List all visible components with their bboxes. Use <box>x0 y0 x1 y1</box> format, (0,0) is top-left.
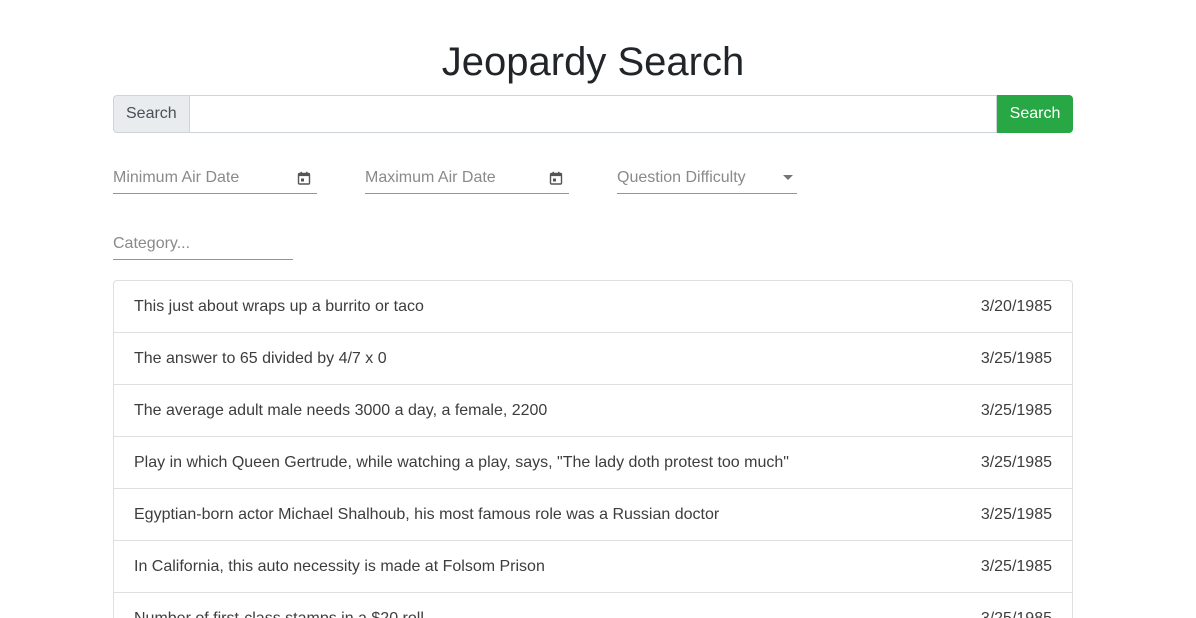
question-text: Egyptian-born actor Michael Shalhoub, hi… <box>134 505 720 523</box>
air-date: 3/25/1985 <box>980 401 1052 419</box>
air-date: 3/25/1985 <box>980 557 1052 575</box>
list-item[interactable]: In California, this auto necessity is ma… <box>114 541 1072 593</box>
page-title: Jeopardy Search <box>441 40 745 84</box>
search-bar: Search Search <box>113 95 1073 133</box>
question-text: This just about wraps up a burrito or ta… <box>134 297 424 315</box>
list-item[interactable]: Play in which Queen Gertrude, while watc… <box>114 437 1072 489</box>
question-text: Number of first-class stamps in a $20 ro… <box>134 609 424 618</box>
air-date: 3/25/1985 <box>980 609 1052 618</box>
list-item[interactable]: The average adult male needs 3000 a day,… <box>114 385 1072 437</box>
search-button[interactable]: Search <box>997 95 1073 133</box>
category-input[interactable]: Category... <box>113 228 293 260</box>
list-item[interactable]: Egyptian-born actor Michael Shalhoub, hi… <box>114 489 1072 541</box>
air-date: 3/25/1985 <box>980 349 1052 367</box>
list-item[interactable]: This just about wraps up a burrito or ta… <box>114 281 1072 333</box>
max-air-date-field[interactable]: Maximum Air Date <box>365 162 569 194</box>
list-item[interactable]: Number of first-class stamps in a $20 ro… <box>114 593 1072 618</box>
air-date: 3/25/1985 <box>980 505 1052 523</box>
category-placeholder: Category... <box>113 234 191 252</box>
air-date: 3/20/1985 <box>980 297 1052 315</box>
search-prepend-label: Search <box>113 95 189 133</box>
calendar-icon[interactable] <box>549 171 563 185</box>
calendar-icon[interactable] <box>297 171 311 185</box>
search-input[interactable] <box>188 95 997 133</box>
caret-down-icon <box>783 175 793 180</box>
question-text: The answer to 65 divided by 4/7 x 0 <box>134 349 387 367</box>
question-text: Play in which Queen Gertrude, while watc… <box>134 453 789 471</box>
results-list: This just about wraps up a burrito or ta… <box>113 280 1073 618</box>
question-text: In California, this auto necessity is ma… <box>134 557 545 575</box>
min-air-date-field[interactable]: Minimum Air Date <box>113 162 317 194</box>
question-difficulty-select[interactable]: Question Difficulty <box>617 162 797 194</box>
air-date: 3/25/1985 <box>980 453 1052 471</box>
question-text: The average adult male needs 3000 a day,… <box>134 401 548 419</box>
max-air-date-placeholder: Maximum Air Date <box>365 168 496 186</box>
question-difficulty-placeholder: Question Difficulty <box>617 168 746 186</box>
min-air-date-placeholder: Minimum Air Date <box>113 168 240 186</box>
list-item[interactable]: The answer to 65 divided by 4/7 x 0 3/25/… <box>114 333 1072 385</box>
